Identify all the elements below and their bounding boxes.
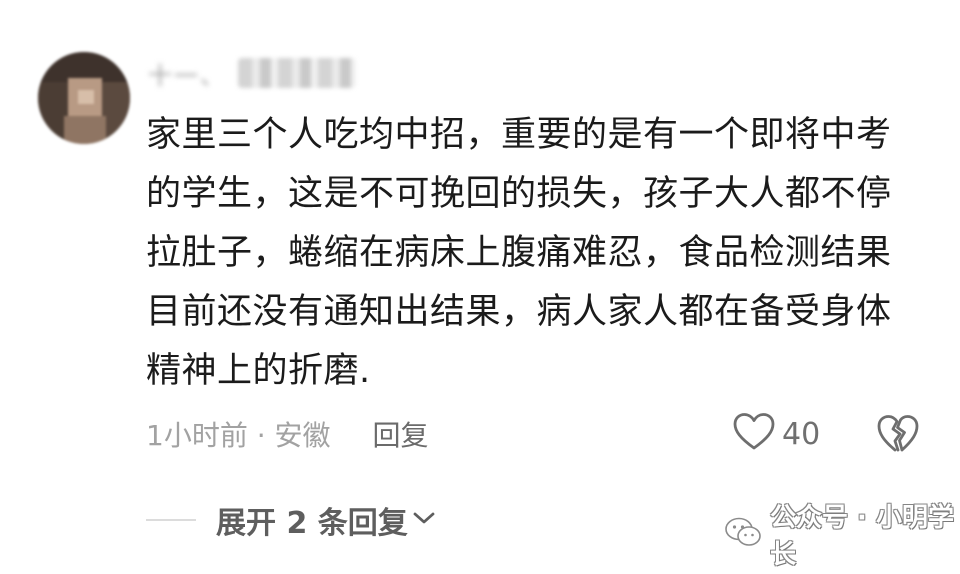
- expand-replies-button[interactable]: 展开 2 条回复: [146, 498, 436, 542]
- broken-heart-icon: [876, 415, 920, 459]
- expand-replies-label: 展开 2 条回复: [216, 506, 408, 541]
- avatar[interactable]: [38, 52, 130, 144]
- reply-button[interactable]: 回复: [373, 414, 429, 454]
- watermark: 公众号 · 小明学长: [724, 503, 960, 570]
- username[interactable]: 十一、: [148, 56, 356, 90]
- like-count: 40: [782, 416, 821, 452]
- comment-meta: 1小时前 · 安徽 回复: [146, 414, 429, 454]
- author-name: 十一、: [148, 61, 226, 90]
- dislike-button[interactable]: [876, 413, 920, 455]
- divider-line: [146, 519, 196, 521]
- blurred-name-suffix: [238, 58, 356, 88]
- comment-card: 十一、 家里三个人吃均中招，重要的是有一个即将中考的学生，这是不可挽回的损失，孩…: [0, 0, 960, 574]
- time-location: 1小时前 · 安徽: [146, 419, 331, 452]
- like-button[interactable]: 40: [732, 412, 820, 456]
- watermark-text: 公众号 · 小明学长: [770, 503, 954, 570]
- comment-text: 家里三个人吃均中招，重要的是有一个即将中考的学生，这是不可挽回的损失，孩子大人都…: [146, 115, 892, 391]
- chevron-down-icon: [412, 510, 436, 530]
- wechat-icon: [724, 516, 762, 552]
- heart-outline-icon: [732, 412, 776, 456]
